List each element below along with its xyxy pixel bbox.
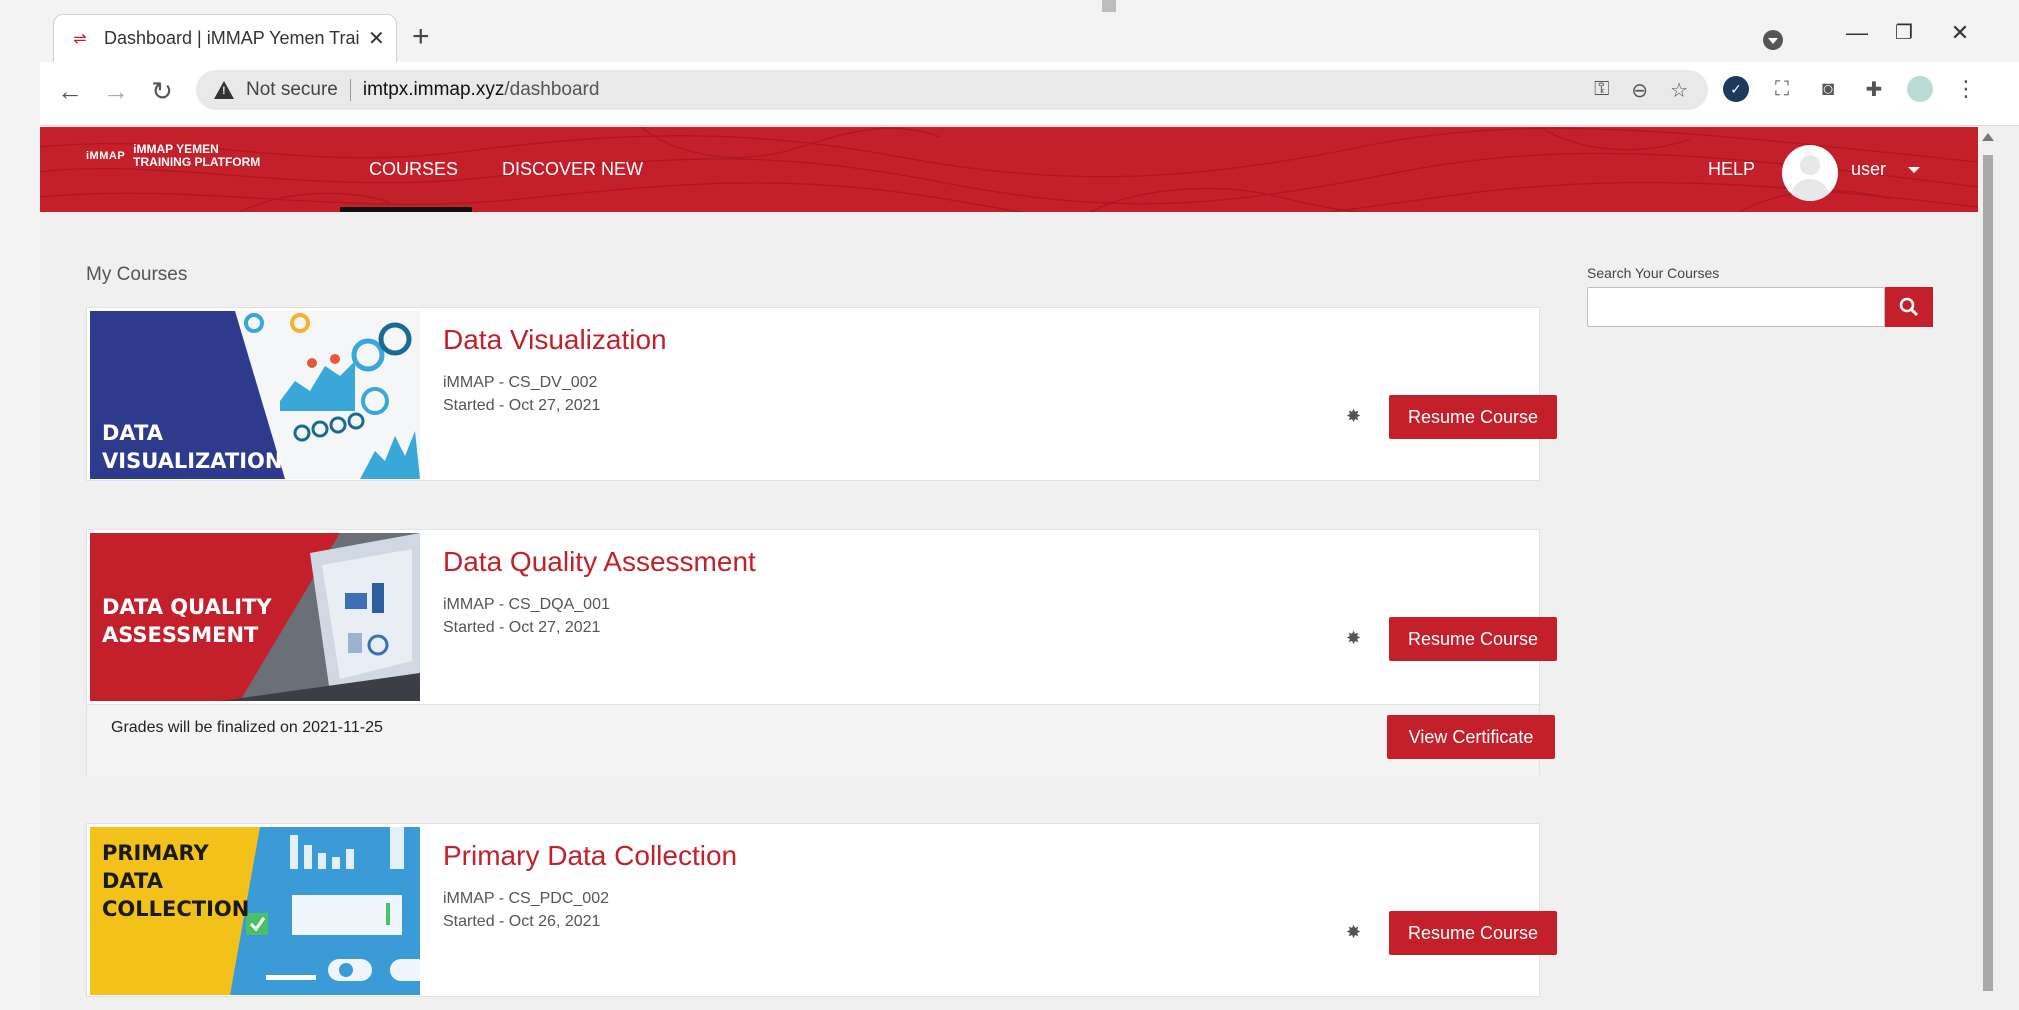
course-card-primary-data-collection: PRIMARY DATA COLLECTION Primary Data Col… [86,823,1557,997]
scroll-up-arrow-icon[interactable] [1982,133,1994,141]
thumbnail-label-line: ASSESSMENT [102,623,259,647]
resume-course-button[interactable]: Resume Course [1389,395,1557,439]
restore-button[interactable]: ❐ [1884,20,1924,45]
course-card-footer: Grades will be finalized on 2021-11-25 V… [87,704,1555,776]
help-link[interactable]: HELP [1708,159,1755,180]
page-scrollbar[interactable] [1978,127,1998,1010]
tab-strip: ⇌ Dashboard | iMMAP Yemen Training Platf… [40,12,2019,62]
gear-icon[interactable]: ✸ [1346,922,1361,943]
course-code: iMMAP - CS_DV_002 [443,374,598,391]
my-courses-heading: My Courses [86,264,188,285]
minimize-button[interactable]: — [1837,20,1877,46]
thumbnail-label-line: PRIMARY [102,841,209,865]
resume-course-button[interactable]: Resume Course [1389,617,1557,661]
grades-finalized-note: Grades will be finalized on 2021-11-25 [111,719,383,736]
key-icon[interactable]: ⚿ [1594,78,1609,103]
nav-courses[interactable]: COURSES [369,159,458,180]
thumbnail-label-line: DATA [102,869,164,893]
security-indicator[interactable]: Not secure [246,79,338,101]
topographic-pattern [40,127,1978,212]
thumbnail-label-line: VISUALIZATION [102,449,283,473]
camera-icon[interactable]: ◙ [1815,76,1841,102]
logo-wordmark: iMMAP YEMEN TRAINING PLATFORM [133,143,260,169]
user-name[interactable]: user [1851,159,1886,180]
warning-triangle-icon [214,81,234,99]
course-title[interactable]: Primary Data Collection [443,840,737,872]
web-page: iMMAP iMMAP YEMEN TRAINING PLATFORM COUR… [40,127,2019,1010]
thumbnail-label-line: COLLECTION [102,897,250,921]
tab-dashboard[interactable]: ⇌ Dashboard | iMMAP Yemen Training Platf… [53,14,397,62]
browser-toolbar: ← → ↻ Not secure imtpx.immap.xyz/dashboa… [40,62,2019,126]
course-start-date: Started - Oct 27, 2021 [443,397,601,414]
course-start-date: Started - Oct 27, 2021 [443,619,601,636]
resume-course-button[interactable]: Resume Course [1389,911,1557,955]
puzzle-extensions-icon[interactable]: ✚ [1861,76,1887,102]
back-arrow-icon[interactable]: ← [52,76,88,107]
url-path: /dashboard [504,79,600,100]
scrollbar-thumb[interactable] [1983,155,1993,991]
reload-icon[interactable]: ↻ [144,76,180,107]
zoom-out-icon[interactable]: ⊖ [1631,78,1648,103]
site-header: iMMAP iMMAP YEMEN TRAINING PLATFORM COUR… [40,127,1978,212]
thumbnail-label: DATA QUALITY ASSESSMENT [102,593,272,649]
thumbnail-label: DATA VISUALIZATION [102,419,282,475]
desktop-background-top [0,0,2019,12]
thumbnail-label: PRIMARY DATA COLLECTION [102,839,249,923]
thumbnail-label-line: DATA QUALITY [102,595,272,619]
url-host: imtpx.immap.xyz [362,79,505,100]
screenshot-frame-icon[interactable]: ⛶ [1769,76,1795,102]
address-bar[interactable]: Not secure imtpx.immap.xyz/dashboard ⚿ ⊖… [196,70,1708,110]
extensions-area: ✓ ⛶ ◙ ✚ ⋮ [1723,76,1979,102]
immap-logo-mark: iMMAP [86,150,126,162]
close-window-button[interactable]: ✕ [1940,20,1980,46]
active-nav-indicator [340,207,472,212]
course-thumbnail[interactable]: DATA QUALITY ASSESSMENT [90,533,420,701]
search-courses-input[interactable] [1587,287,1885,327]
gear-icon[interactable]: ✸ [1346,406,1361,427]
immap-logo[interactable]: iMMAP iMMAP YEMEN TRAINING PLATFORM [86,143,260,169]
course-code: iMMAP - CS_DQA_001 [443,596,610,613]
course-card-data-visualization: DATA VISUALIZATION Data Visualization iM… [86,307,1557,481]
check-extension-icon[interactable]: ✓ [1723,76,1749,102]
bookmark-star-icon[interactable]: ☆ [1670,78,1688,103]
course-code: iMMAP - CS_PDC_002 [443,890,609,907]
tab-search-icon[interactable] [1763,30,1783,50]
course-title[interactable]: Data Visualization [443,324,667,356]
browser-window: ⇌ Dashboard | iMMAP Yemen Training Platf… [40,12,2019,1010]
immap-favicon-icon: ⇌ [73,30,87,48]
search-button[interactable] [1885,287,1933,327]
gear-icon[interactable]: ✸ [1346,628,1361,649]
user-avatar[interactable] [1782,145,1838,201]
desktop-background-left [0,0,40,1010]
omnibox-actions: ⚿ ⊖ ☆ [1594,78,1688,103]
user-menu-caret-icon[interactable] [1908,167,1920,173]
view-certificate-button[interactable]: View Certificate [1387,715,1555,759]
course-card-data-quality-assessment: DATA QUALITY ASSESSMENT Data Quality Ass… [86,529,1557,776]
course-thumbnail[interactable]: PRIMARY DATA COLLECTION [90,827,420,995]
search-courses-label: Search Your Courses [1587,265,1720,281]
course-start-date: Started - Oct 26, 2021 [443,913,601,930]
address-separator [349,79,351,101]
logo-line-2: TRAINING PLATFORM [133,155,261,169]
tab-title: Dashboard | iMMAP Yemen Training Platfor… [104,28,360,48]
course-thumbnail[interactable]: DATA VISUALIZATION [90,311,420,479]
kebab-menu-icon[interactable]: ⋮ [1953,76,1979,102]
course-title[interactable]: Data Quality Assessment [443,546,756,578]
profile-avatar-icon[interactable] [1907,76,1933,102]
thumbnail-label-line: DATA [102,421,164,445]
nav-discover-new[interactable]: DISCOVER NEW [502,159,643,180]
close-tab-icon[interactable]: ✕ [368,26,385,51]
search-icon [1899,297,1919,317]
forward-arrow-icon[interactable]: → [98,76,134,107]
new-tab-button[interactable]: + [412,22,430,52]
